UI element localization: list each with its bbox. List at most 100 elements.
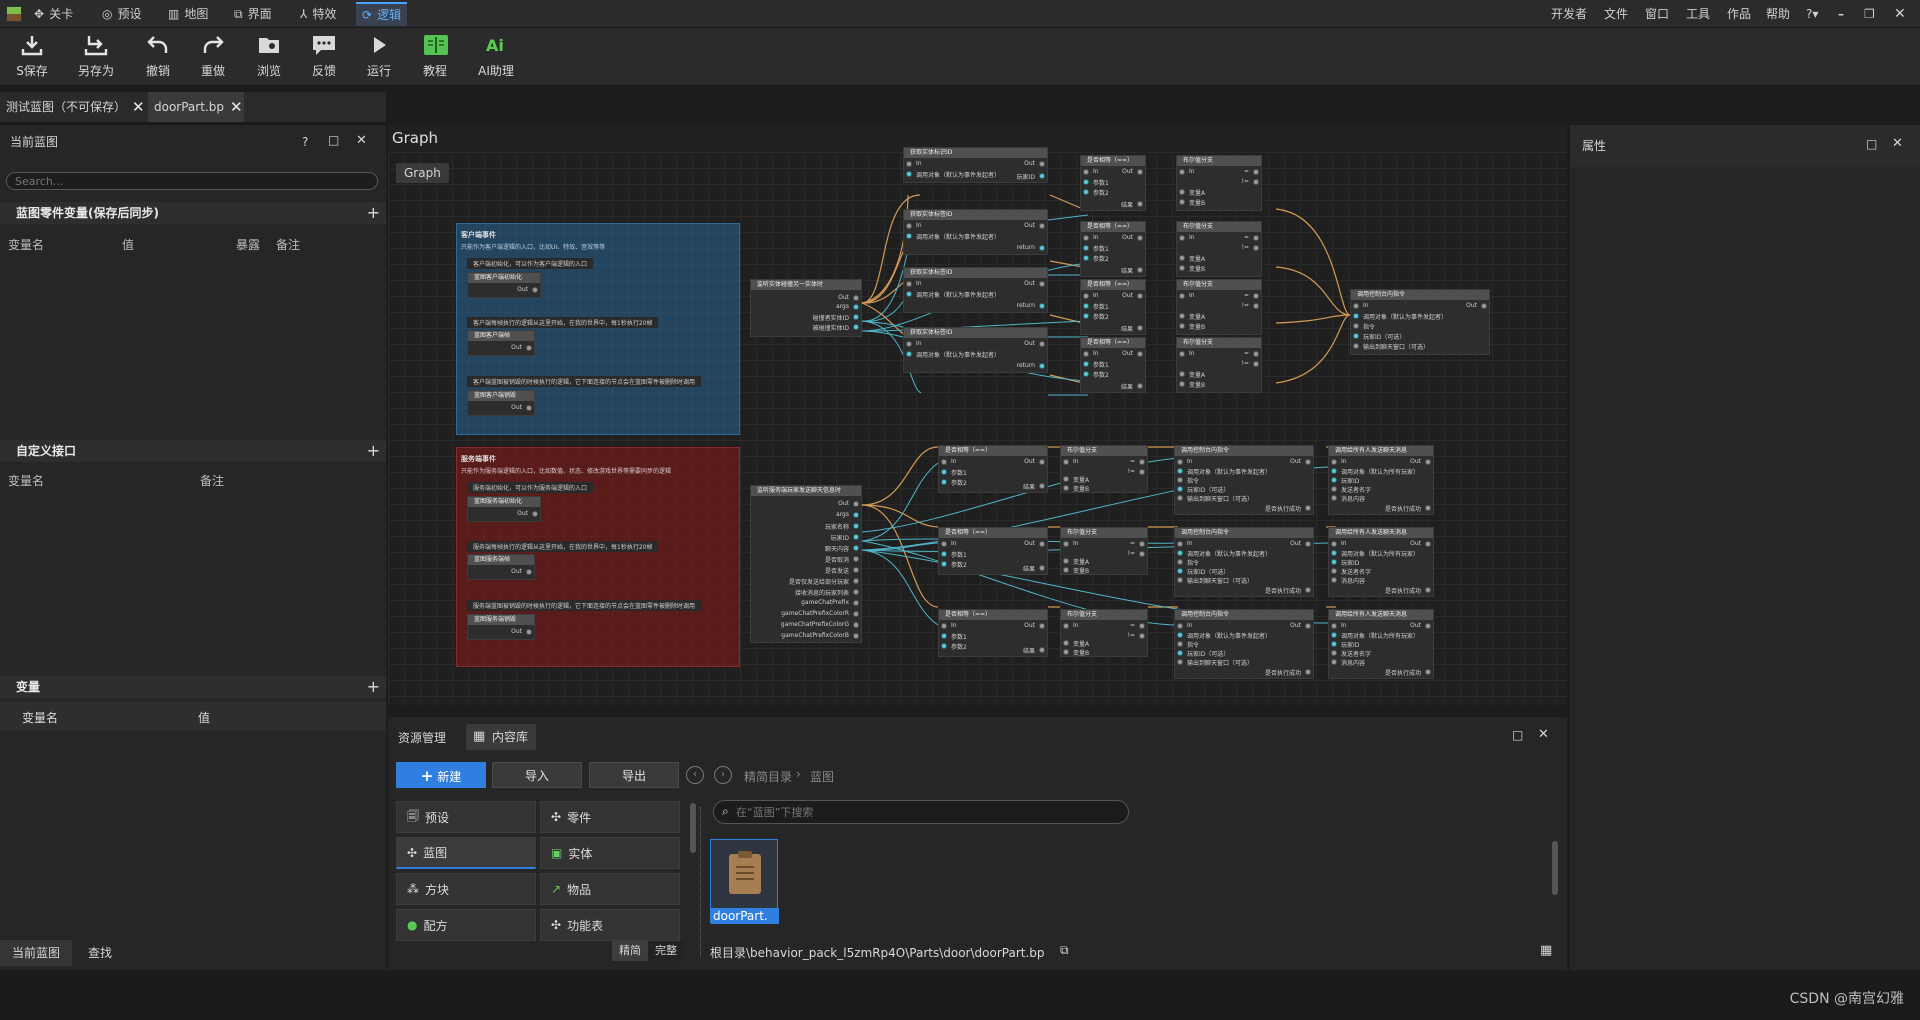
data-pin[interactable]: [853, 314, 859, 320]
exec-pin[interactable]: [1083, 235, 1089, 241]
close-tab-icon[interactable]: ✕: [230, 92, 243, 122]
data-pin[interactable]: [1331, 650, 1337, 656]
tab-map[interactable]: ▥ 地图: [162, 2, 214, 26]
exec-pin[interactable]: [1179, 169, 1185, 175]
tab-logic[interactable]: ⟳ 逻辑: [356, 2, 408, 26]
category-table[interactable]: ✣ 功能表: [540, 909, 680, 941]
close-tab-icon[interactable]: ✕: [132, 92, 145, 122]
is-equal-node[interactable]: 是否相等（==） In Out 参数1 参数2 结果: [1080, 221, 1146, 277]
data-pin[interactable]: [1179, 381, 1185, 387]
exec-pin[interactable]: [532, 287, 538, 293]
exec-pin[interactable]: [1139, 541, 1145, 547]
data-pin[interactable]: [906, 233, 912, 239]
menu-developer[interactable]: 开发者: [1551, 0, 1587, 28]
data-pin[interactable]: [853, 589, 859, 595]
exec-pin[interactable]: [1179, 235, 1185, 241]
redo-button[interactable]: 重做: [187, 32, 239, 84]
exec-pin[interactable]: [526, 569, 532, 575]
feedback-button[interactable]: 反馈: [298, 32, 350, 84]
data-pin[interactable]: [1353, 343, 1359, 349]
client-init-node[interactable]: 蓝图客户端初始化 Out: [467, 272, 541, 298]
data-pin[interactable]: [1331, 641, 1337, 647]
branch-node[interactable]: 布尔值分支 In = != 变量A 变量B: [1060, 527, 1148, 575]
exec-pin[interactable]: [1139, 633, 1145, 639]
send-chat-node[interactable]: 调用给所有人发送聊天消息 In Out 调用对象（默认为所有玩家） 玩家ID 发…: [1328, 527, 1434, 597]
exec-pin[interactable]: [1425, 623, 1431, 629]
data-pin[interactable]: [853, 567, 859, 573]
mode-tab-full[interactable]: 完整: [648, 941, 684, 961]
send-chat-node[interactable]: 调用给所有人发送聊天消息 In Out 调用对象（默认为所有玩家） 玩家ID 发…: [1328, 445, 1434, 515]
run-button[interactable]: 运行: [353, 32, 405, 84]
data-pin[interactable]: [1179, 265, 1185, 271]
exec-pin[interactable]: [1253, 361, 1259, 367]
doc-tab-test[interactable]: 测试蓝图（不可保存） ✕: [0, 92, 148, 122]
console-command-node[interactable]: 调用控制台内指令 In Out 调用对象（默认为事件发起者） 指令 玩家ID（可…: [1174, 527, 1314, 597]
exec-pin[interactable]: [1253, 293, 1259, 299]
data-pin[interactable]: [941, 633, 947, 639]
data-pin[interactable]: [1063, 567, 1069, 573]
branch-node[interactable]: 布尔值分支 In = != 变量A 变量B: [1176, 337, 1262, 393]
data-pin[interactable]: [1177, 559, 1183, 565]
data-pin[interactable]: [1063, 640, 1069, 646]
data-pin[interactable]: [853, 512, 859, 518]
exec-pin[interactable]: [1305, 541, 1311, 547]
data-pin[interactable]: [1179, 255, 1185, 261]
get-entity-tag-node[interactable]: 获取实体标签ID In Out 调用对象（默认为事件发起者） return: [903, 209, 1048, 255]
exec-pin[interactable]: [906, 223, 912, 229]
data-pin[interactable]: [1177, 486, 1183, 492]
exec-pin[interactable]: [1177, 541, 1183, 547]
exec-pin[interactable]: [1063, 459, 1069, 465]
exec-pin[interactable]: [1139, 551, 1145, 557]
exec-pin[interactable]: [1083, 351, 1089, 357]
data-pin[interactable]: [1039, 483, 1045, 489]
exec-pin[interactable]: [1139, 459, 1145, 465]
data-pin[interactable]: [941, 643, 947, 649]
exec-pin[interactable]: [1137, 351, 1143, 357]
data-pin[interactable]: [853, 304, 859, 310]
breadcrumb-root[interactable]: 精简目录: [744, 768, 792, 785]
data-pin[interactable]: [1331, 486, 1337, 492]
category-entity[interactable]: ▣ 实体: [540, 837, 680, 869]
exec-pin[interactable]: [1063, 541, 1069, 547]
data-pin[interactable]: [1177, 577, 1183, 583]
data-pin[interactable]: [1331, 577, 1337, 583]
data-pin[interactable]: [1305, 587, 1311, 593]
exec-pin[interactable]: [1353, 303, 1359, 309]
data-pin[interactable]: [853, 633, 859, 639]
exec-pin[interactable]: [1425, 459, 1431, 465]
data-pin[interactable]: [1039, 363, 1045, 369]
category-preset[interactable]: 🗐 预设: [396, 801, 536, 833]
maximize-panel-icon[interactable]: □: [1866, 137, 1877, 151]
exec-pin[interactable]: [1137, 169, 1143, 175]
client-tick-node[interactable]: 蓝图客户端帧 Out: [467, 330, 535, 356]
data-pin[interactable]: [1179, 199, 1185, 205]
branch-node[interactable]: 布尔值分支 In = != 变量A 变量B: [1176, 221, 1262, 277]
file-scrollbar[interactable]: [1552, 841, 1558, 895]
data-pin[interactable]: [941, 469, 947, 475]
branch-node[interactable]: 布尔值分支 In = != 变量A 变量B: [1060, 609, 1148, 657]
exec-pin[interactable]: [1139, 623, 1145, 629]
data-pin[interactable]: [1425, 587, 1431, 593]
exec-pin[interactable]: [532, 511, 538, 517]
exec-pin[interactable]: [1253, 235, 1259, 241]
is-equal-node[interactable]: 是否相等（==） In Out 参数1 参数2 结果: [1080, 337, 1146, 393]
is-equal-node[interactable]: 是否相等（==） In Out 参数1 参数2 结果: [1080, 155, 1146, 211]
exec-pin[interactable]: [1179, 293, 1185, 299]
data-pin[interactable]: [1083, 179, 1089, 185]
exec-pin[interactable]: [1039, 541, 1045, 547]
is-equal-node[interactable]: 是否相等（==） In Out 参数1 参数2 结果: [938, 609, 1048, 657]
exec-pin[interactable]: [1253, 245, 1259, 251]
data-pin[interactable]: [1177, 659, 1183, 665]
data-pin[interactable]: [1177, 650, 1183, 656]
chat-event-node[interactable]: 监听服务端玩家发送聊天信息时 Out args 玩家名称 玩家ID 聊天内容 是…: [750, 485, 862, 643]
minimize-icon[interactable]: –: [1838, 0, 1844, 28]
exec-pin[interactable]: [1253, 303, 1259, 309]
exec-pin[interactable]: [1177, 459, 1183, 465]
data-pin[interactable]: [1179, 371, 1185, 377]
close-panel-icon[interactable]: ✕: [1892, 136, 1903, 151]
exec-pin[interactable]: [1039, 161, 1045, 167]
file-item[interactable]: doorPart.: [710, 839, 779, 924]
close-panel-icon[interactable]: ✕: [1538, 727, 1549, 742]
exec-pin[interactable]: [1253, 179, 1259, 185]
data-pin[interactable]: [906, 351, 912, 357]
